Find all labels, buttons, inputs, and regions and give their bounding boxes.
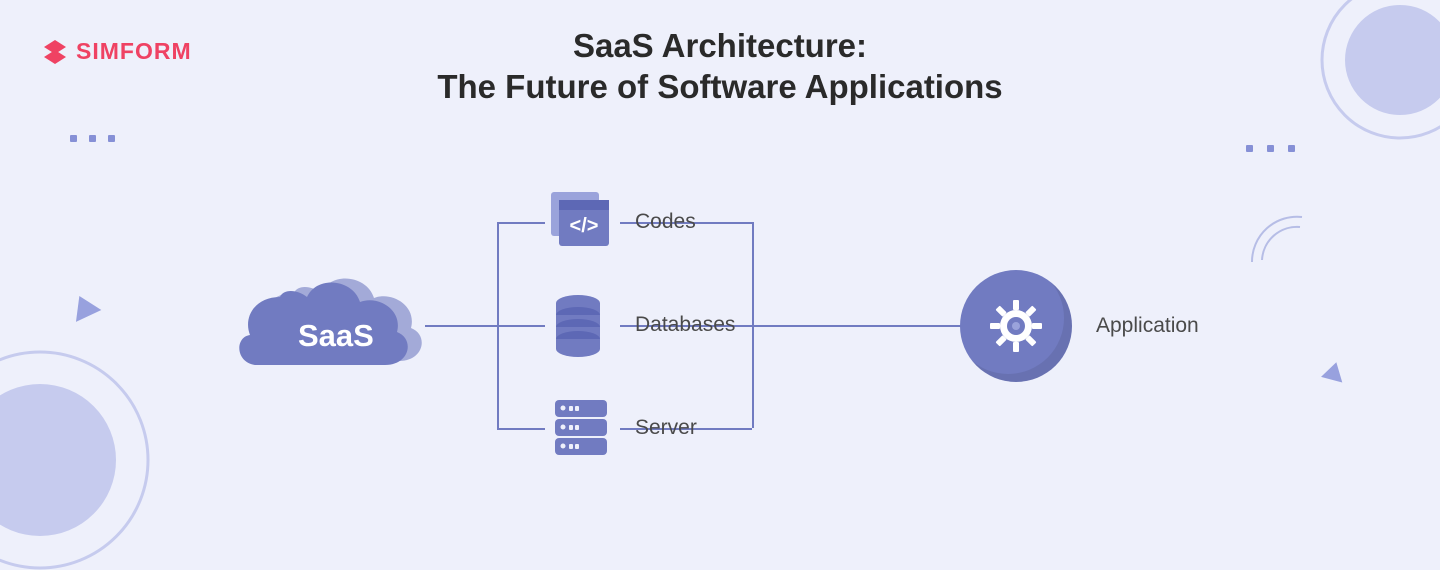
- page-title: SaaS Architecture: The Future of Softwar…: [0, 25, 1440, 106]
- node-databases-label: Databases: [635, 313, 735, 337]
- svg-text:</>: </>: [570, 215, 599, 237]
- decoration-dots-left: [70, 135, 115, 142]
- node-application-label: Application: [1096, 314, 1199, 338]
- code-icon: </>: [545, 186, 617, 258]
- node-server: Server: [545, 392, 697, 464]
- gear-icon: [960, 270, 1072, 382]
- connector-line: [752, 325, 962, 327]
- decoration-triangle-left: [67, 290, 102, 322]
- connector-line: [425, 325, 497, 327]
- decoration-arc-right: [1242, 202, 1312, 272]
- title-line-2: The Future of Software Applications: [0, 68, 1440, 106]
- node-codes-label: Codes: [635, 210, 696, 234]
- decoration-dots-right: [1246, 145, 1295, 152]
- cloud-icon: [225, 247, 425, 377]
- title-line-1: SaaS Architecture:: [0, 25, 1440, 68]
- cloud-label: SaaS: [298, 318, 374, 354]
- connector-line: [497, 428, 545, 430]
- node-codes: </> Codes: [545, 186, 696, 258]
- database-icon: [545, 289, 617, 361]
- server-icon: [545, 392, 617, 464]
- connector-line: [497, 222, 545, 224]
- node-databases: Databases: [545, 289, 735, 361]
- decoration-triangle-right: [1321, 359, 1347, 382]
- saas-architecture-diagram: SaaS </> Codes: [225, 150, 1225, 490]
- decoration-circle-bottom-left: [0, 350, 150, 570]
- connector-line: [497, 325, 545, 327]
- node-application: Application: [960, 270, 1199, 382]
- node-server-label: Server: [635, 416, 697, 440]
